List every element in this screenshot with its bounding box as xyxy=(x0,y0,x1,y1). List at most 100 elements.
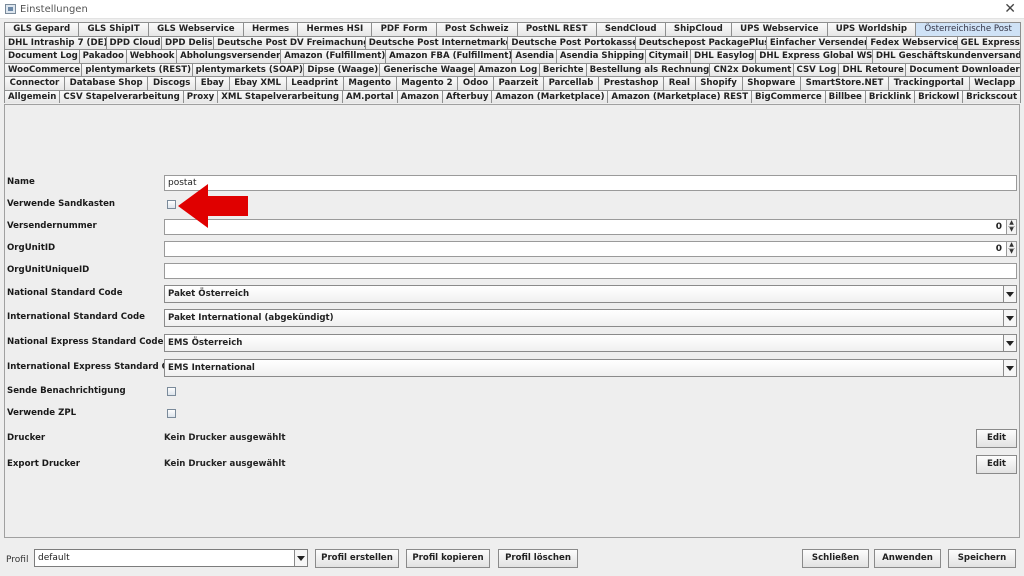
tab[interactable]: ShipCloud xyxy=(664,22,732,36)
tab[interactable]: Generische Waage xyxy=(379,62,476,76)
chevron-down-icon[interactable] xyxy=(1003,335,1016,351)
tab[interactable]: GLS ShipIT xyxy=(78,22,149,36)
tab[interactable]: Document Downloader xyxy=(905,62,1022,76)
export-printer-edit-button[interactable]: Edit xyxy=(976,455,1017,474)
tab[interactable]: DPD Cloud xyxy=(105,35,162,49)
tab[interactable]: Document Log xyxy=(4,49,80,63)
zpl-checkbox[interactable] xyxy=(167,409,176,418)
sender-number-spinner[interactable]: ▲ ▼ xyxy=(1006,219,1017,235)
tab[interactable]: Magento 2 xyxy=(395,76,459,90)
tab[interactable]: Real xyxy=(663,76,696,90)
tab[interactable]: Afterbuy xyxy=(441,89,493,103)
tab[interactable]: plentymarkets (REST) xyxy=(81,62,193,76)
tab[interactable]: Österreichische Post xyxy=(915,22,1022,36)
chevron-down-icon[interactable] xyxy=(294,550,307,566)
tab[interactable]: Hermes HSI xyxy=(297,22,373,36)
tab[interactable]: Shopify xyxy=(694,76,743,90)
tab[interactable]: Paarzeit xyxy=(492,76,544,90)
international-code-select[interactable]: Paket International (abgekündigt) xyxy=(164,309,1017,327)
tab[interactable]: Odoo xyxy=(457,76,494,90)
tab[interactable]: Asendia Shipping xyxy=(555,49,646,63)
tab[interactable]: Ebay xyxy=(195,76,230,90)
tab[interactable]: UPS Webservice xyxy=(730,22,828,36)
orgunit-spinner[interactable]: ▲ ▼ xyxy=(1006,241,1017,257)
tab[interactable]: Einfacher Versender xyxy=(765,35,868,49)
sandbox-checkbox[interactable] xyxy=(167,200,176,209)
chevron-down-icon[interactable] xyxy=(1003,360,1016,376)
spinner-down-icon[interactable]: ▼ xyxy=(1008,227,1015,233)
tab[interactable]: PostNL REST xyxy=(516,22,597,36)
tab[interactable]: WooCommerce xyxy=(4,62,83,76)
tab[interactable]: Amazon (Marketplace) xyxy=(491,89,609,103)
tab[interactable]: Database Shop xyxy=(63,76,149,90)
tab[interactable]: GEL Express xyxy=(956,35,1021,49)
tab[interactable]: CN2x Dokument xyxy=(709,62,794,76)
tab[interactable]: Billbee xyxy=(824,89,866,103)
tab[interactable]: Deutschepost PackagePlus xyxy=(634,35,767,49)
chevron-down-icon[interactable] xyxy=(1003,286,1016,302)
name-input[interactable]: postat xyxy=(164,175,1017,191)
notify-checkbox[interactable] xyxy=(167,387,176,396)
tab[interactable]: Bestellung als Rechnung xyxy=(585,62,711,76)
tab[interactable]: Fedex Webservice xyxy=(866,35,958,49)
tab[interactable]: PDF Form xyxy=(371,22,437,36)
tab[interactable]: Ebay XML xyxy=(228,76,287,90)
tab[interactable]: Webhook xyxy=(125,49,178,63)
tab[interactable]: Deutsche Post DV Freimachung xyxy=(213,35,366,49)
tab[interactable]: CSV Stapelverarbeitung xyxy=(59,89,184,103)
save-button[interactable]: Speichern xyxy=(948,549,1016,568)
create-profile-button[interactable]: Profil erstellen xyxy=(315,549,399,568)
tab[interactable]: Brickowl xyxy=(914,89,964,103)
tab[interactable]: Shopware xyxy=(741,76,802,90)
national-code-select[interactable]: Paket Österreich xyxy=(164,285,1017,303)
tab[interactable]: Connector xyxy=(4,76,65,90)
national-express-select[interactable]: EMS Österreich xyxy=(164,334,1017,352)
delete-profile-button[interactable]: Profil löschen xyxy=(498,549,578,568)
tab[interactable]: Discogs xyxy=(147,76,197,90)
tab[interactable]: Bricklink xyxy=(864,89,916,103)
close-button[interactable]: Schließen xyxy=(802,549,869,568)
tab[interactable]: Hermes xyxy=(242,22,299,36)
orgunit-input[interactable]: 0 xyxy=(164,241,1007,257)
chevron-down-icon[interactable] xyxy=(1003,310,1016,326)
tab[interactable]: plentymarkets (SOAP) xyxy=(191,62,305,76)
tab[interactable]: Amazon FBA (Fulfillment) xyxy=(385,49,513,63)
tab[interactable]: GLS Webservice xyxy=(147,22,244,36)
tab[interactable]: Deutsche Post Internetmarke xyxy=(364,35,509,49)
tab[interactable]: Brickscout xyxy=(962,89,1022,103)
tab[interactable]: Asendia xyxy=(511,49,557,63)
close-icon[interactable]: ✕ xyxy=(1004,1,1016,17)
tab[interactable]: Trackingportal xyxy=(888,76,970,90)
tab[interactable]: UPS Worldship xyxy=(826,22,917,36)
apply-button[interactable]: Anwenden xyxy=(874,549,941,568)
tab[interactable]: DHL Retoure xyxy=(838,62,907,76)
tab[interactable]: Prestashop xyxy=(598,76,665,90)
tab[interactable]: BigCommerce xyxy=(750,89,826,103)
tab[interactable]: Deutsche Post Portokasse xyxy=(507,35,636,49)
tab[interactable]: Amazon (Marketplace) REST xyxy=(607,89,752,103)
tab[interactable]: XML Stapelverarbeitung xyxy=(217,89,343,103)
tab[interactable]: Abholungsversender xyxy=(176,49,282,63)
tab[interactable]: DHL Geschäftskundenversand xyxy=(871,49,1021,63)
tab[interactable]: CSV Log xyxy=(792,62,840,76)
tab[interactable]: SendCloud xyxy=(595,22,666,36)
tab[interactable]: DPD Delis xyxy=(160,35,215,49)
profil-select[interactable]: default xyxy=(34,549,308,567)
tab[interactable]: Leadprint xyxy=(285,76,344,90)
spinner-down-icon[interactable]: ▼ xyxy=(1008,249,1015,255)
tab[interactable]: DHL Intraship 7 (DE) xyxy=(4,35,107,49)
tab[interactable]: DHL Express Global WS xyxy=(755,49,873,63)
tab[interactable]: Pakadoo xyxy=(78,49,127,63)
tab[interactable]: Amazon (Fulfillment) xyxy=(280,49,387,63)
tab[interactable]: Amazon xyxy=(396,89,443,103)
tab[interactable]: Post Schweiz xyxy=(435,22,518,36)
tab[interactable]: Allgemein xyxy=(4,89,61,103)
tab[interactable]: Weclapp xyxy=(968,76,1021,90)
copy-profile-button[interactable]: Profil kopieren xyxy=(406,549,490,568)
tab[interactable]: SmartStore.NET xyxy=(800,76,890,90)
tab[interactable]: Dipse (Waage) xyxy=(303,62,381,76)
tab[interactable]: DHL Easylog xyxy=(689,49,757,63)
tab[interactable]: Amazon Log xyxy=(474,62,540,76)
tab[interactable]: GLS Gepard xyxy=(4,22,80,36)
orgunit-unique-input[interactable] xyxy=(164,263,1017,279)
